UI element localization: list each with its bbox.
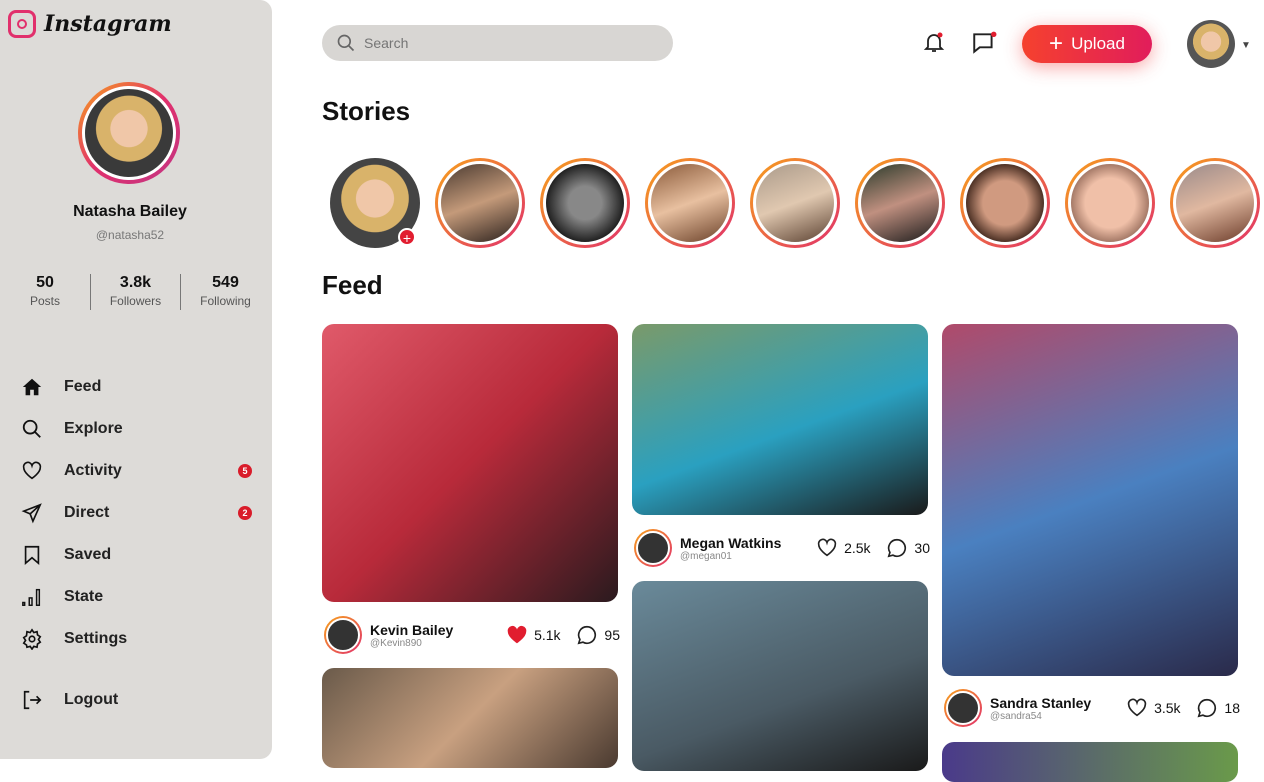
like-count: 3.5k — [1154, 700, 1181, 716]
story-own[interactable]: + — [330, 158, 420, 248]
sidebar-item-direct[interactable]: Direct 2 — [20, 492, 252, 534]
post-image[interactable] — [322, 668, 618, 768]
post-image[interactable] — [632, 581, 928, 771]
sidebar-item-label: State — [64, 588, 104, 605]
plus-icon: + — [1049, 30, 1064, 57]
post-image[interactable] — [942, 324, 1238, 676]
user-avatar[interactable] — [1187, 20, 1235, 68]
sidebar-item-explore[interactable]: Explore — [20, 408, 252, 450]
notification-badge: 2 — [238, 506, 252, 520]
profile-avatar[interactable] — [78, 82, 180, 184]
heart-icon[interactable] — [1126, 697, 1148, 719]
search-input[interactable] — [364, 35, 644, 51]
gear-icon — [20, 627, 44, 651]
upload-button[interactable]: + Upload — [1022, 25, 1152, 63]
logout-button[interactable]: Logout — [20, 679, 252, 721]
add-story-icon[interactable]: + — [398, 228, 416, 246]
sidebar-item-label: Explore — [64, 420, 123, 437]
search-bar[interactable] — [322, 25, 673, 61]
story-item[interactable] — [435, 158, 525, 248]
stat-value: 50 — [36, 274, 54, 291]
stat-value: 3.8k — [119, 274, 152, 291]
upload-label: Upload — [1071, 34, 1125, 53]
search-icon — [20, 417, 44, 441]
post-author-handle: @sandra54 — [990, 710, 1042, 722]
stat-following[interactable]: 549 Following — [180, 274, 270, 310]
stat-label: Posts — [29, 294, 60, 308]
comment-count: 30 — [914, 540, 930, 556]
logout-label: Logout — [64, 691, 119, 708]
profile-name: Natasha Bailey — [73, 203, 187, 220]
comment-icon[interactable] — [576, 624, 598, 646]
like-count: 5.1k — [534, 627, 561, 643]
post-author-handle: @megan01 — [680, 550, 732, 562]
stat-posts[interactable]: 50 Posts — [0, 274, 90, 310]
sidebar-item-label: Settings — [64, 630, 128, 647]
post-author-avatar[interactable] — [324, 616, 362, 654]
stat-followers[interactable]: 3.8k Followers — [90, 274, 180, 310]
stories-heading: Stories — [322, 96, 411, 126]
post-author-name[interactable]: Sandra Stanley — [990, 695, 1091, 711]
story-item[interactable] — [750, 158, 840, 248]
stat-label: Following — [200, 294, 251, 308]
stat-label: Followers — [109, 294, 162, 308]
comment-icon[interactable] — [886, 537, 908, 559]
sidebar-item-feed[interactable]: Feed — [20, 366, 252, 408]
sidebar-item-activity[interactable]: Activity 5 — [20, 450, 252, 492]
instagram-logo[interactable]: Instagram — [8, 10, 172, 38]
post-author-name[interactable]: Megan Watkins — [680, 535, 781, 551]
instagram-icon — [8, 10, 36, 38]
stories-row: + — [330, 158, 1260, 248]
profile-stats: 50 Posts 3.8k Followers 549 Following — [0, 274, 272, 310]
post-author-name[interactable]: Kevin Bailey — [370, 622, 453, 638]
story-item[interactable] — [540, 158, 630, 248]
story-item[interactable] — [645, 158, 735, 248]
sidebar-item-label: Direct — [64, 504, 110, 521]
post-image[interactable] — [632, 324, 928, 515]
sidebar: Instagram Natasha Bailey @natasha52 50 Po… — [0, 0, 272, 759]
post-author-handle: @Kevin890 — [370, 637, 422, 649]
profile-handle: @natasha52 — [95, 228, 165, 242]
heart-icon — [20, 459, 44, 483]
sidebar-item-label: Feed — [64, 378, 102, 395]
stat-value: 549 — [212, 274, 239, 291]
heart-filled-icon[interactable] — [506, 624, 528, 646]
home-icon — [20, 375, 44, 399]
send-icon — [20, 501, 44, 525]
sidebar-nav: Feed Explore Activity 5 Direct 2 Saved Sta… — [20, 366, 252, 660]
post-meta: Sandra Stanley @sandra54 3.5k 18 — [944, 689, 1240, 727]
post-author-avatar[interactable] — [634, 529, 672, 567]
chevron-down-icon[interactable]: ▼ — [1241, 40, 1251, 51]
search-icon — [337, 34, 355, 52]
sidebar-item-settings[interactable]: Settings — [20, 618, 252, 660]
like-count: 2.5k — [844, 540, 871, 556]
heart-icon[interactable] — [816, 537, 838, 559]
feed-heading: Feed — [322, 270, 383, 300]
sidebar-item-label: Saved — [64, 546, 112, 563]
comment-count: 95 — [604, 627, 620, 643]
story-item[interactable] — [960, 158, 1050, 248]
post-meta: Kevin Bailey @Kevin890 5.1k 95 — [324, 616, 620, 654]
story-item[interactable] — [1065, 158, 1155, 248]
notification-badge: 5 — [238, 464, 252, 478]
comment-icon[interactable] — [1196, 697, 1218, 719]
app-title: Instagram — [44, 11, 172, 37]
post-image[interactable] — [322, 324, 618, 602]
message-icon[interactable] — [971, 30, 997, 56]
sidebar-item-label: Activity — [64, 462, 122, 479]
bell-icon[interactable] — [922, 30, 946, 54]
sidebar-item-saved[interactable]: Saved — [20, 534, 252, 576]
comment-count: 18 — [1224, 700, 1240, 716]
post-author-avatar[interactable] — [944, 689, 982, 727]
logout-icon — [20, 688, 44, 712]
bar-chart-icon — [20, 585, 44, 609]
story-item[interactable] — [855, 158, 945, 248]
post-image[interactable] — [942, 742, 1238, 782]
story-item[interactable] — [1170, 158, 1260, 248]
post-meta: Megan Watkins @megan01 2.5k 30 — [634, 529, 930, 567]
sidebar-item-state[interactable]: State — [20, 576, 252, 618]
bookmark-icon — [20, 543, 44, 567]
